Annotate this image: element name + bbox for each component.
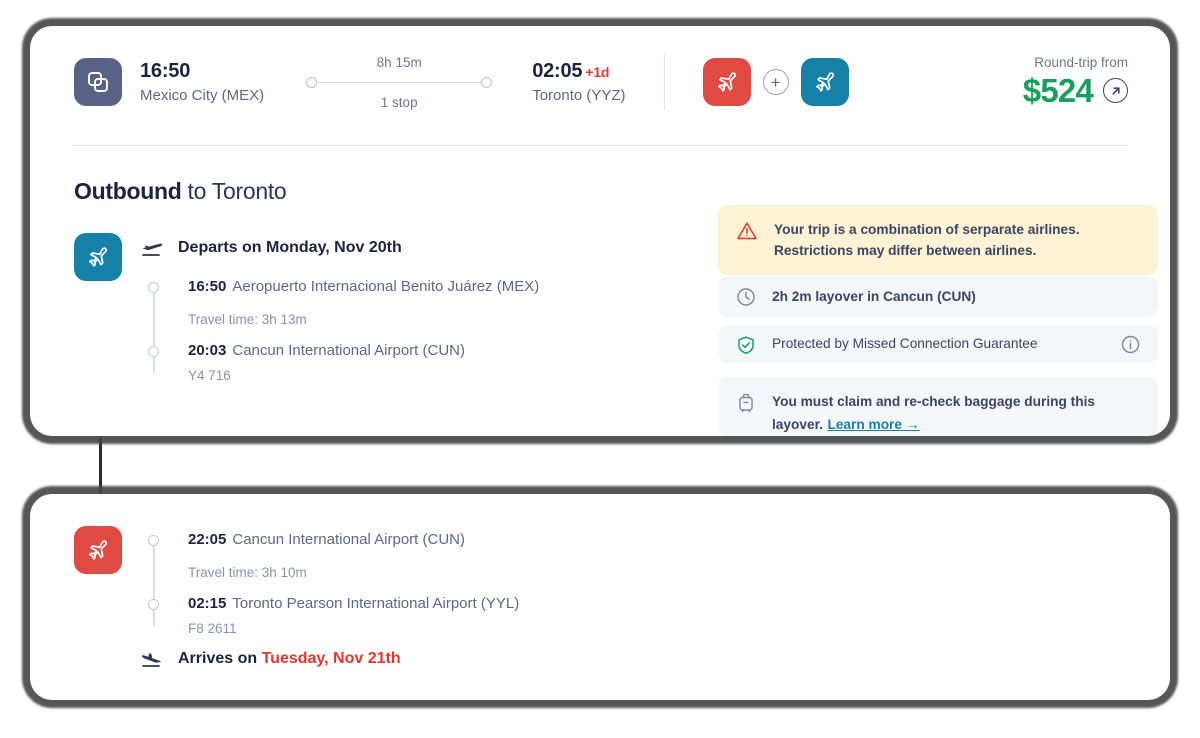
route-duration-block: 8h 15m 1 stop (306, 54, 493, 110)
outbound-title-bold: Outbound (74, 178, 182, 204)
warning-line-2: Restrictions may differ between airlines… (774, 243, 1037, 259)
timeline-dot (148, 345, 159, 357)
leg-airline-tile-red[interactable] (74, 526, 122, 574)
panel-missed-connection-guarantee: Protected by Missed Connection Guarantee (718, 325, 1158, 363)
price-block[interactable]: Round-trip from $524 (1023, 55, 1128, 110)
timeline-stop-airport: Cancun International Airport (CUN) (232, 341, 465, 359)
panel-layover: 2h 2m layover in Cancun (CUN) (718, 276, 1158, 317)
price-label: Round-trip from (1034, 54, 1128, 70)
baggage-text-block: You must claim and re-check baggage duri… (772, 391, 1140, 435)
guarantee-text: Protected by Missed Connection Guarantee (772, 336, 1038, 352)
arrow-up-right-icon[interactable] (1103, 78, 1128, 103)
timeline-stop-departure: 22:05 Cancun International Airport (CUN) (148, 531, 708, 550)
itinerary-card-top: 16:50 Mexico City (MEX) 8h 15m 1 stop 02… (30, 26, 1170, 436)
takeoff-icon (140, 238, 164, 258)
timeline-stop-arrival: 02:15 Toronto Pearson International Airpo… (148, 595, 708, 614)
arrives-on-text: Arrives on (178, 650, 262, 667)
arrival-date: Tuesday, Nov 21th (261, 650, 401, 667)
arrival-endpoint: 02:05 +1d Toronto (YYZ) (532, 60, 625, 105)
timeline-stop-airport: Aeropuerto Internacional Benito Juárez (… (232, 278, 540, 295)
departure-city: Mexico City (MEX) (140, 86, 265, 104)
return-leg-timeline: 22:05 Cancun International Airport (CUN) … (148, 531, 708, 636)
second-leg-flight-number: F8 2611 (188, 620, 237, 636)
arrival-plus-day: +1d (585, 63, 610, 80)
outbound-title: Outbound to Toronto (74, 178, 287, 205)
warning-triangle-icon (736, 220, 758, 242)
timeline-stop-departure: 16:50 Aeropuerto Internacional Benito Juá… (148, 278, 708, 297)
flight-summary-header: 16:50 Mexico City (MEX) 8h 15m 1 stop 02… (30, 26, 1170, 138)
warning-text: Your trip is a combination of serparate … (774, 219, 1080, 261)
multi-airline-icon (74, 58, 122, 106)
timeline-dot (148, 282, 159, 293)
timeline-connector (153, 293, 155, 373)
timeline-dot (148, 535, 159, 546)
timeline-stop-text: 02:15 Toronto Pearson International Airpo… (188, 595, 708, 614)
timeline-stop-arrival: 20:03 Cancun International Airport (CUN) (148, 342, 708, 361)
route-destination-dot (481, 76, 493, 88)
departure-endpoint: 16:50 Mexico City (MEX) (140, 60, 264, 105)
airline-tile-red[interactable] (702, 58, 751, 106)
learn-more-link[interactable]: Learn more → (827, 417, 919, 432)
arrival-footer: Arrives on Tuesday, Nov 21th (140, 649, 401, 669)
timeline-stop-time: 22:05 (188, 531, 227, 548)
timeline-connector (153, 546, 155, 626)
header-divider-horizontal (72, 145, 1128, 146)
timeline-stop-time: 02:15 (188, 594, 227, 612)
flight-itinerary-screen: 16:50 Mexico City (MEX) 8h 15m 1 stop 02… (0, 0, 1200, 738)
departure-header: Departs on Monday, Nov 20th (140, 238, 402, 258)
outbound-flight-number: Y4 716 (188, 367, 231, 383)
warning-line-1: Your trip is a combination of serparate … (774, 222, 1080, 237)
timeline-stop-time: 20:03 (188, 341, 227, 359)
panel-separate-airlines-warning: Your trip is a combination of serparate … (718, 205, 1158, 276)
stops-count: 1 stop (380, 94, 418, 110)
layover-text: 2h 2m layover in Cancun (CUN) (772, 288, 976, 304)
price-value: $524 (1022, 71, 1094, 109)
arrival-time-value: 02:05 (532, 59, 583, 82)
panel-baggage-recheck: You must claim and re-check baggage duri… (718, 377, 1158, 436)
route-origin-dot (306, 76, 318, 88)
timeline-stop-text: 22:05 Cancun International Airport (CUN) (188, 531, 708, 550)
suitcase-icon (736, 392, 756, 414)
timeline-stop-airport: Cancun International Airport (CUN) (232, 531, 465, 548)
arrival-label: Arrives on Tuesday, Nov 21th (178, 650, 401, 668)
outbound-travel-time: Travel time: 3h 13m (188, 311, 307, 327)
route-line-graphic (306, 76, 493, 88)
departure-date-label: Departs on Monday, Nov 20th (178, 239, 402, 256)
airline-tiles: + (702, 58, 849, 106)
timeline-stop-text: 20:03 Cancun International Airport (CUN) (188, 342, 708, 361)
header-divider-vertical (663, 54, 665, 110)
second-leg-travel-time: Travel time: 3h 10m (188, 564, 307, 580)
timeline-stop-time: 16:50 (188, 278, 227, 295)
shield-check-icon (736, 335, 756, 355)
timeline-stop-airport: Toronto Pearson International Airport (Y… (232, 594, 520, 612)
departure-time: 16:50 (140, 59, 191, 82)
outbound-timeline: 16:50 Aeropuerto Internacional Benito Juá… (148, 278, 708, 383)
airline-tile-teal[interactable] (800, 58, 849, 106)
arrival-city: Toronto (YYZ) (532, 86, 626, 104)
baggage-text: You must claim and re-check baggage duri… (772, 394, 1095, 433)
total-duration: 8h 15m (376, 54, 422, 70)
clock-icon (736, 287, 756, 307)
info-circle-icon[interactable] (1121, 335, 1140, 354)
plus-circle-icon: + (762, 69, 789, 95)
landing-icon (140, 649, 164, 669)
outbound-title-rest: to Toronto (181, 178, 287, 204)
arrival-time: 02:05 +1d (532, 60, 625, 83)
timeline-stop-text: 16:50 Aeropuerto Internacional Benito Juá… (188, 278, 708, 297)
itinerary-card-bottom: 22:05 Cancun International Airport (CUN) … (30, 494, 1170, 700)
leg-airline-tile-teal[interactable] (74, 233, 122, 281)
timeline-dot (148, 598, 159, 610)
